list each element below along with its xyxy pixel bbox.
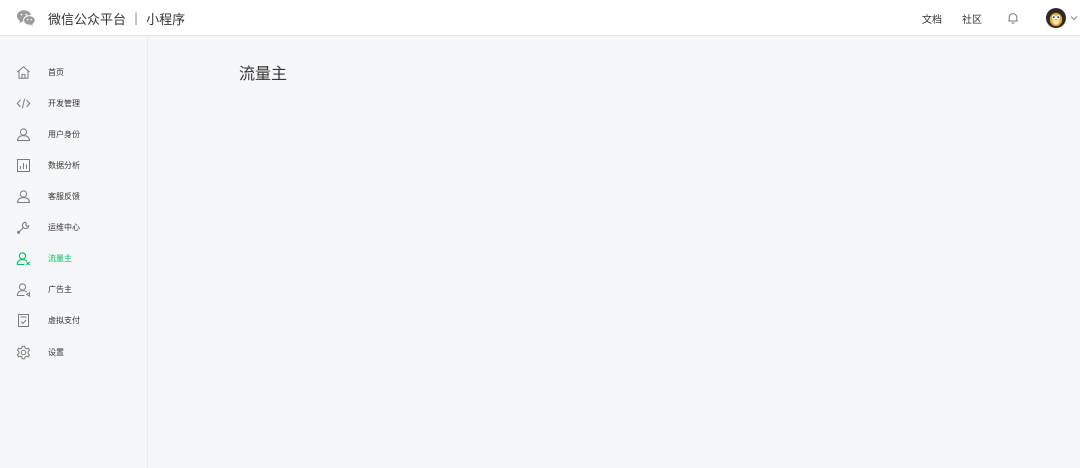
top-bar: 微信公众平台 | 小程序 文档 社区 [0, 0, 1080, 36]
sidebar-item-label: 首页 [48, 67, 64, 77]
sidebar-item-user-identity[interactable]: 用户身份 [0, 119, 147, 149]
sidebar-item-label: 用户身份 [48, 129, 80, 139]
sidebar-item-label: 设置 [48, 347, 64, 357]
brand-separator: | [134, 11, 139, 25]
wrench-icon [17, 221, 30, 234]
chart-icon [17, 158, 30, 172]
sidebar-item-data-analysis[interactable]: 数据分析 [0, 150, 147, 180]
sidebar-item-label: 开发管理 [48, 98, 80, 108]
docs-link[interactable]: 文档 [922, 11, 942, 26]
code-icon [16, 98, 31, 108]
brand-title: 微信公众平台 [48, 12, 127, 28]
sidebar-item-ops-center[interactable]: 运维中心 [0, 212, 147, 242]
community-link[interactable]: 社区 [962, 11, 982, 26]
gear-icon [16, 345, 31, 359]
sidebar-item-label: 客服反馈 [48, 191, 80, 201]
traffic-host-icon [16, 251, 31, 265]
advertiser-icon [16, 282, 31, 297]
virtual-payment-icon [18, 313, 29, 327]
sidebar: 首页 开发管理 用户身份 数据分析 客服反馈 运维中心 流量主 广告主 虚拟支付… [0, 36, 148, 468]
user-icon [16, 127, 31, 141]
sidebar-item-settings[interactable]: 设置 [0, 337, 147, 367]
wechat-logo-icon [17, 10, 36, 27]
sidebar-item-home[interactable]: 首页 [0, 57, 147, 87]
support-icon [16, 189, 31, 203]
home-icon [17, 65, 30, 79]
sidebar-item-label: 运维中心 [48, 222, 80, 232]
sidebar-item-traffic-host[interactable]: 流量主 [0, 243, 147, 273]
product-name: 小程序 [146, 12, 186, 28]
account-menu[interactable] [1046, 8, 1078, 28]
sidebar-item-label: 虚拟支付 [48, 315, 80, 325]
brand[interactable]: 微信公众平台 | 小程序 [16, 0, 185, 36]
sidebar-item-label: 广告主 [48, 284, 72, 294]
top-right-actions: 文档 社区 [922, 0, 1080, 36]
chevron-down-icon [1070, 16, 1078, 21]
sidebar-item-label: 数据分析 [48, 160, 80, 170]
avatar [1046, 8, 1066, 28]
sidebar-item-customer-feedback[interactable]: 客服反馈 [0, 181, 147, 211]
sidebar-item-virtual-payment[interactable]: 虚拟支付 [0, 305, 147, 335]
sidebar-item-label: 流量主 [48, 253, 72, 263]
sidebar-item-advertiser[interactable]: 广告主 [0, 274, 147, 304]
bell-icon[interactable] [1006, 11, 1020, 25]
page-title: 流量主 [239, 64, 288, 83]
sidebar-item-dev-management[interactable]: 开发管理 [0, 88, 147, 118]
